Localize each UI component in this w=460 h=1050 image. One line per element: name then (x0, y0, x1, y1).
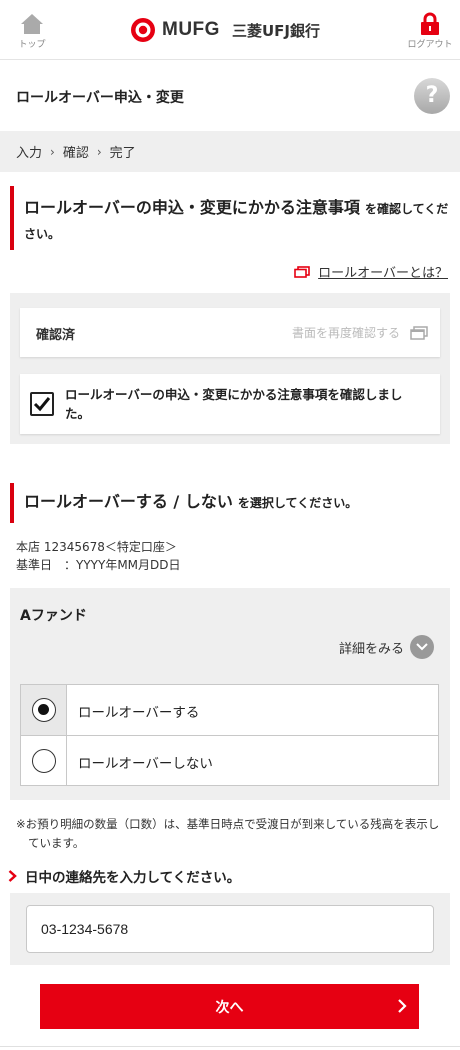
base-date-line: 基準日 ：YYYY年MM月DD日 (16, 558, 181, 572)
select-heading-sub: を選択してください。 (237, 496, 358, 510)
chevron-right-icon: › (50, 144, 55, 159)
logout-button[interactable]: ログアウト (406, 12, 454, 54)
balance-note: ※お預り明細の数量（口数）は、基準日時点で受渡日が到来している残高を表示していま… (16, 817, 440, 850)
home-button[interactable]: トップ (14, 12, 50, 54)
rollover-info-link-wrap: ロールオーバーとは？ (294, 262, 448, 281)
radio-dot (38, 704, 49, 715)
fund-detail-toggle[interactable]: 詳細をみる (339, 635, 434, 659)
chevron-right-icon (8, 870, 17, 882)
app-header: トップ MUFG 三菱UFJ銀行 ログアウト (0, 0, 460, 60)
logout-label: ログアウト (407, 40, 453, 50)
option-label: ロールオーバーする (78, 705, 200, 721)
daytime-phone-input[interactable] (26, 905, 434, 953)
breadcrumb-step-confirm: 確認 (62, 146, 89, 161)
lock-icon (421, 12, 439, 35)
brand-name: MUFG (162, 19, 220, 40)
radio-cell (21, 685, 67, 735)
chevron-right-icon (398, 999, 407, 1013)
home-label: トップ (18, 40, 46, 50)
confirmed-card: 確認済 書面を再度確認する (20, 308, 440, 357)
breadcrumb: 入力 › 確認 › 完了 (0, 131, 460, 172)
contact-heading-text: 日中の連絡先を入力してください。 (25, 870, 241, 886)
help-icon[interactable]: ? (414, 78, 450, 114)
page-title: ロールオーバー申込・変更 (16, 90, 184, 106)
contact-heading: 日中の連絡先を入力してください。 (8, 866, 240, 886)
select-heading-main: ロールオーバーする / しない (24, 492, 233, 511)
external-window-icon (294, 265, 310, 278)
account-line: 本店 12345678＜特定口座＞ (16, 540, 177, 554)
reread-document-button[interactable]: 書面を再度確認する (292, 324, 428, 341)
detail-label: 詳細をみる (338, 641, 404, 657)
bank-name: 三菱UFJ銀行 (231, 21, 320, 40)
rollover-option-no[interactable]: ロールオーバーしない (21, 735, 438, 785)
mufg-logo-icon (131, 18, 155, 42)
contact-panel (10, 893, 450, 965)
next-label: 次へ (215, 998, 244, 1015)
checkmark-icon (33, 397, 51, 412)
notice-heading-main: ロールオーバーの申込・変更にかかる注意事項 (24, 198, 360, 217)
chevron-down-icon (410, 635, 434, 659)
radio-cell (21, 736, 67, 785)
chevron-right-icon: › (96, 144, 102, 159)
window-icon (410, 325, 428, 340)
account-info: 本店 12345678＜特定口座＞ 基準日 ：YYYY年MM月DD日 (16, 538, 181, 574)
notice-section-heading: ロールオーバーの申込・変更にかかる注意事項 を確認してください。 (10, 186, 450, 250)
rollover-radio-group: ロールオーバーする ロールオーバーしない (20, 684, 439, 786)
notice-checkbox-label: ロールオーバーの申込・変更にかかる注意事項を確認しました。 (65, 387, 403, 421)
notice-panel: 確認済 書面を再度確認する ロールオーバーの申込・変更にかかる注意事項を確認しま… (10, 293, 450, 444)
next-button[interactable]: 次へ (40, 984, 419, 1029)
rollover-info-link[interactable]: ロールオーバーとは？ (318, 262, 448, 281)
page-title-bar: ロールオーバー申込・変更 ? (0, 61, 460, 131)
option-label: ロールオーバーしない (78, 756, 213, 772)
radio-button-yes[interactable] (32, 698, 56, 722)
reread-label: 書面を再度確認する (291, 326, 400, 340)
fund-panel: Aファンド 詳細をみる ロールオーバーする ロールオーバーしない (10, 588, 450, 800)
breadcrumb-step-complete: 完了 (109, 146, 136, 161)
divider (0, 1046, 460, 1047)
confirmed-label: 確認済 (36, 328, 76, 343)
notice-checkbox-card[interactable]: ロールオーバーの申込・変更にかかる注意事項を確認しました。 (20, 374, 440, 434)
brand-logo: MUFG 三菱UFJ銀行 (130, 16, 320, 44)
rollover-option-yes[interactable]: ロールオーバーする (21, 685, 438, 735)
radio-button-no[interactable] (32, 749, 56, 773)
home-icon (21, 14, 43, 34)
select-section-heading: ロールオーバーする / しない を選択してください。 (10, 483, 450, 523)
fund-name: Aファンド (20, 608, 87, 624)
notice-confirm-checkbox[interactable] (30, 392, 54, 416)
breadcrumb-step-input: 入力 (16, 146, 43, 161)
